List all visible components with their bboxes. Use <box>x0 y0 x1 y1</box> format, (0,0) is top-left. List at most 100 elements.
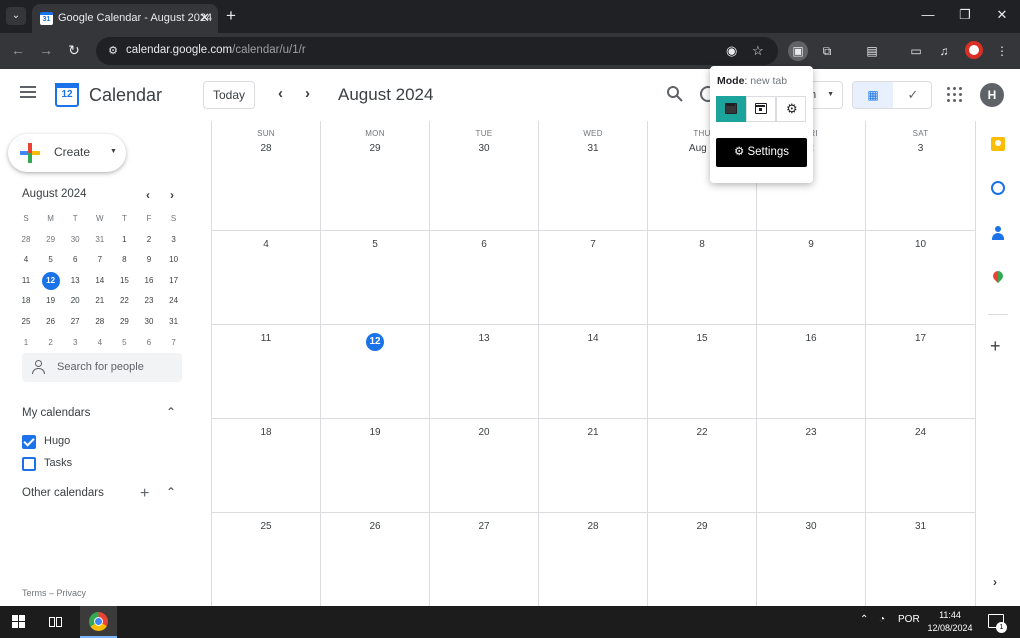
day-number[interactable]: 9 <box>757 239 865 250</box>
mini-day[interactable]: 10 <box>163 250 185 270</box>
site-info-icon[interactable]: ⚙ <box>106 44 120 58</box>
mini-day[interactable]: 5 <box>40 250 62 270</box>
day-number[interactable]: 24 <box>866 427 975 438</box>
terms-privacy-links[interactable]: Terms – Privacy <box>22 588 86 598</box>
tasks-view-icon[interactable]: ✓ <box>893 82 931 108</box>
chrome-taskbar-button[interactable] <box>80 606 117 638</box>
day-cell[interactable]: 23 <box>757 419 866 513</box>
tab-search-icon[interactable]: ⌄ <box>6 7 26 25</box>
search-people-input[interactable]: Search for people <box>22 353 182 382</box>
mini-day[interactable]: 23 <box>138 291 160 311</box>
day-cell[interactable]: 16 <box>757 325 866 419</box>
restore-icon[interactable]: ❐ <box>957 7 973 23</box>
mini-day[interactable]: 14 <box>89 271 111 291</box>
tab-close-icon[interactable]: ✕ <box>199 10 210 26</box>
day-cell[interactable]: 24 <box>866 419 976 513</box>
day-number[interactable]: 18 <box>212 427 320 438</box>
mini-prev-icon[interactable]: ‹ <box>146 188 150 202</box>
day-number[interactable]: 8 <box>648 239 756 250</box>
day-cell[interactable]: 18 <box>212 419 321 513</box>
hugo-checkbox[interactable] <box>22 435 36 449</box>
today-button[interactable]: Today <box>203 81 255 109</box>
mini-day[interactable]: 20 <box>64 291 86 311</box>
media-icon[interactable]: ♫ <box>934 41 954 61</box>
task-view-icon[interactable] <box>49 615 65 629</box>
day-number[interactable]: 13 <box>430 333 538 344</box>
day-cell[interactable]: 26 <box>321 513 430 607</box>
search-icon[interactable] <box>666 85 684 103</box>
day-number[interactable]: 26 <box>321 521 429 532</box>
day-number[interactable]: 7 <box>539 239 647 250</box>
mini-day[interactable]: 16 <box>138 271 160 291</box>
mini-day[interactable]: 25 <box>15 312 37 332</box>
day-number[interactable]: 27 <box>430 521 538 532</box>
mini-day[interactable]: 17 <box>163 271 185 291</box>
mini-day[interactable]: 30 <box>64 230 86 250</box>
forward-icon[interactable]: → <box>38 42 54 58</box>
day-cell[interactable]: SAT 3 <box>866 121 976 231</box>
day-number[interactable]: 4 <box>212 239 320 250</box>
mini-day[interactable]: 28 <box>15 230 37 250</box>
day-number[interactable]: 28 <box>539 521 647 532</box>
mode-new-tab-button[interactable] <box>716 96 746 122</box>
mini-day[interactable]: 3 <box>163 230 185 250</box>
tray-chevron-icon[interactable]: ⌃ <box>860 614 868 625</box>
mini-day[interactable]: 31 <box>89 230 111 250</box>
mini-day[interactable]: 6 <box>64 250 86 270</box>
keep-icon[interactable] <box>991 137 1005 151</box>
mini-day[interactable]: 2 <box>40 333 62 353</box>
back-icon[interactable]: ← <box>10 42 26 58</box>
day-number[interactable]: 30 <box>430 143 538 154</box>
mini-day[interactable]: 26 <box>40 312 62 332</box>
day-number[interactable]: 29 <box>648 521 756 532</box>
day-number[interactable]: 30 <box>757 521 865 532</box>
keyboard-language[interactable]: POR <box>898 614 920 625</box>
other-calendars-title[interactable]: Other calendars <box>22 487 104 499</box>
next-month-icon[interactable]: › <box>305 85 310 102</box>
day-number[interactable]: 31 <box>866 521 975 532</box>
tasks-icon[interactable] <box>991 181 1005 195</box>
main-menu-icon[interactable] <box>20 86 36 98</box>
mini-day[interactable]: 31 <box>163 312 185 332</box>
network-icon[interactable]: ◔ <box>879 614 885 625</box>
mini-day[interactable]: 3 <box>64 333 86 353</box>
taskbar-clock[interactable]: 11:44 12/08/2024 <box>922 609 978 635</box>
contacts-icon[interactable] <box>991 226 1005 240</box>
mini-next-icon[interactable]: › <box>170 188 174 202</box>
day-number[interactable]: 25 <box>212 521 320 532</box>
day-number[interactable]: 10 <box>866 239 975 250</box>
day-cell[interactable]: 25 <box>212 513 321 607</box>
day-cell[interactable]: 17 <box>866 325 976 419</box>
day-cell[interactable]: 21 <box>539 419 648 513</box>
day-cell[interactable]: 9 <box>757 231 866 325</box>
browser-tab[interactable]: 31 Google Calendar - August 2024 ✕ <box>32 4 218 33</box>
day-cell[interactable]: 13 <box>430 325 539 419</box>
my-calendars-title[interactable]: My calendars <box>22 407 90 419</box>
get-addons-icon[interactable]: + <box>990 336 1001 357</box>
day-number[interactable]: 14 <box>539 333 647 344</box>
day-cell[interactable]: 12 <box>321 325 430 419</box>
mini-day[interactable]: 30 <box>138 312 160 332</box>
mini-day[interactable]: 24 <box>163 291 185 311</box>
mini-day[interactable]: 22 <box>113 291 135 311</box>
side-panel-icon[interactable]: ▤ <box>862 41 882 61</box>
day-number[interactable]: 6 <box>430 239 538 250</box>
reload-icon[interactable]: ↻ <box>66 42 82 59</box>
mini-day[interactable]: 1 <box>113 230 135 250</box>
mini-day[interactable]: 7 <box>89 250 111 270</box>
other-calendars-collapse-icon[interactable]: ⌃ <box>166 485 176 499</box>
day-cell[interactable]: TUE 30 <box>430 121 539 231</box>
today-marker[interactable]: 12 <box>366 333 384 351</box>
day-number[interactable]: 11 <box>212 333 320 344</box>
mini-day[interactable]: 7 <box>163 333 185 353</box>
calendar-extension-icon[interactable]: ▣ <box>788 41 808 61</box>
day-number[interactable]: 31 <box>539 143 647 154</box>
day-number[interactable]: 19 <box>321 427 429 438</box>
day-cell[interactable]: 28 <box>539 513 648 607</box>
mode-settings-button[interactable]: ⚙ <box>776 96 806 122</box>
day-cell[interactable]: 6 <box>430 231 539 325</box>
mini-day[interactable]: 18 <box>15 291 37 311</box>
day-cell[interactable]: 20 <box>430 419 539 513</box>
extensions-puzzle-icon[interactable]: ⧉ <box>817 41 837 61</box>
minimize-icon[interactable]: — <box>920 7 936 22</box>
